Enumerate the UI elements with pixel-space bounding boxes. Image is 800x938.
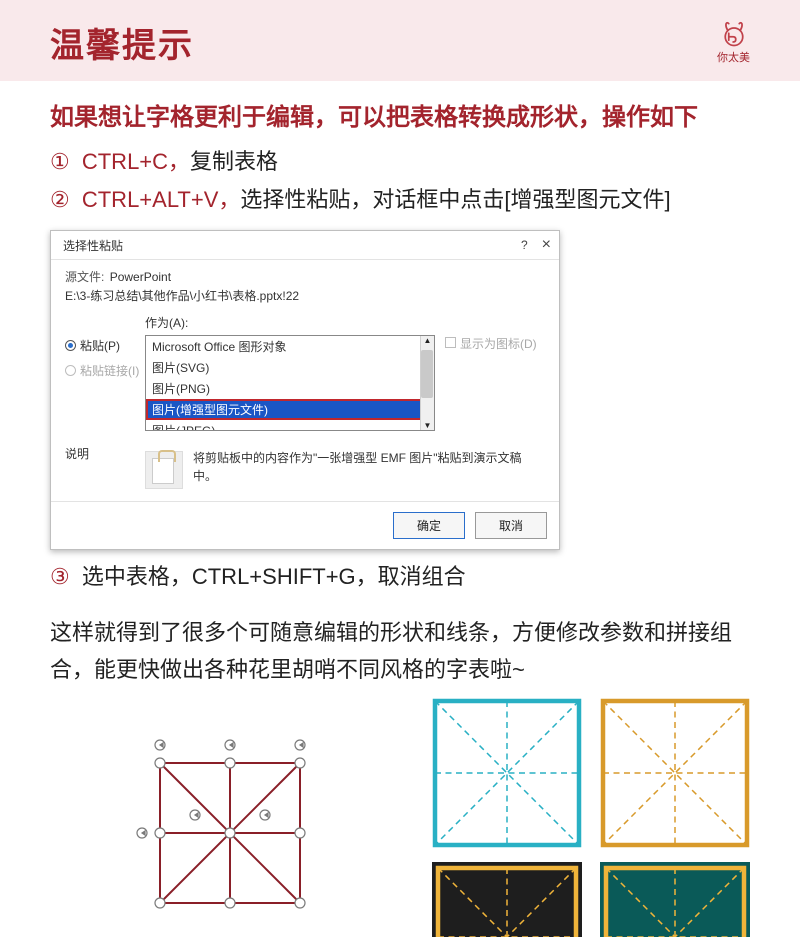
format-listbox[interactable]: Microsoft Office 图形对象 图片(SVG) 图片(PNG) 图片… — [145, 335, 435, 431]
scroll-thumb[interactable] — [421, 350, 433, 398]
description-label: 说明 — [65, 445, 135, 489]
paste-radio[interactable]: 粘贴(P) — [65, 337, 145, 354]
close-button[interactable]: × — [542, 236, 551, 254]
brand-name: 你太美 — [717, 49, 750, 65]
scroll-up-icon[interactable]: ▲ — [424, 336, 432, 345]
dialog-title: 选择性粘贴 — [63, 237, 123, 254]
checkbox-icon — [445, 337, 456, 348]
step-text: 选中表格，CTRL+SHIFT+G，取消组合 — [82, 564, 466, 589]
header-bar: 温馨提示 你太美 — [0, 0, 800, 81]
source-path: E:\3-练习总结\其他作品\小红书\表格.pptx!22 — [65, 287, 545, 304]
as-label: 作为(A): — [145, 314, 545, 331]
paste-special-dialog: 选择性粘贴 ? × 源文件: PowerPoint E:\3-练习总结\其他作品… — [50, 230, 560, 550]
radio-label: 粘贴链接(I) — [80, 362, 139, 379]
grid-tile-cyan — [432, 698, 582, 848]
step-highlight: CTRL+C， — [82, 149, 190, 174]
scroll-down-icon[interactable]: ▼ — [424, 421, 432, 430]
list-item[interactable]: 图片(PNG) — [146, 378, 434, 399]
checkbox-label: 显示为图标(D) — [460, 335, 537, 352]
list-item-selected[interactable]: 图片(增强型图元文件) — [146, 399, 434, 420]
step-number: ③ — [50, 564, 70, 589]
step-highlight: CTRL+ALT+V， — [82, 187, 241, 212]
brand-logo: 你太美 — [717, 21, 750, 65]
step-1: ① CTRL+C，复制表格 — [50, 143, 750, 180]
step-3: ③ 选中表格，CTRL+SHIFT+G，取消组合 — [50, 558, 750, 595]
help-button[interactable]: ? — [521, 238, 528, 252]
editable-grid-sample — [130, 733, 330, 938]
cancel-button[interactable]: 取消 — [475, 512, 547, 539]
source-app: PowerPoint — [110, 270, 171, 284]
radio-label: 粘贴(P) — [80, 337, 120, 354]
step-text: 复制表格 — [190, 149, 278, 174]
lead-text: 如果想让字格更利于编辑，可以把表格转换成形状，操作如下 — [50, 99, 750, 137]
ok-button[interactable]: 确定 — [393, 512, 465, 539]
grid-tile-teal-cropped — [600, 862, 750, 937]
source-label: 源文件: — [65, 270, 104, 284]
clipboard-icon — [145, 451, 183, 489]
step-2: ② CTRL+ALT+V，选择性粘贴，对话框中点击[增强型图元文件] — [50, 181, 750, 218]
grid-style-samples — [432, 698, 750, 937]
paste-link-radio: 粘贴链接(I) — [65, 362, 145, 379]
list-item[interactable]: 图片(JPEG) — [146, 420, 434, 431]
step-text: 选择性粘贴，对话框中点击[增强型图元文件] — [240, 187, 670, 212]
list-item[interactable]: 图片(SVG) — [146, 357, 434, 378]
list-item[interactable]: Microsoft Office 图形对象 — [146, 336, 434, 357]
show-as-icon-check: 显示为图标(D) — [435, 335, 545, 431]
page-title: 温馨提示 — [50, 18, 194, 67]
source-row: 源文件: PowerPoint — [65, 268, 545, 285]
rabbit-icon — [720, 21, 748, 49]
grid-tile-dark-cropped — [432, 862, 582, 937]
dialog-titlebar: 选择性粘贴 ? × — [51, 231, 559, 260]
closing-paragraph: 这样就得到了很多个可随意编辑的形状和线条，方便修改参数和拼接组合，能更快做出各种… — [50, 614, 750, 689]
description-text: 将剪贴板中的内容作为"一张增强型 EMF 图片"粘贴到演示文稿中。 — [193, 445, 545, 489]
step-number: ① — [50, 149, 70, 174]
grid-tile-amber — [600, 698, 750, 848]
step-number: ② — [50, 187, 70, 212]
